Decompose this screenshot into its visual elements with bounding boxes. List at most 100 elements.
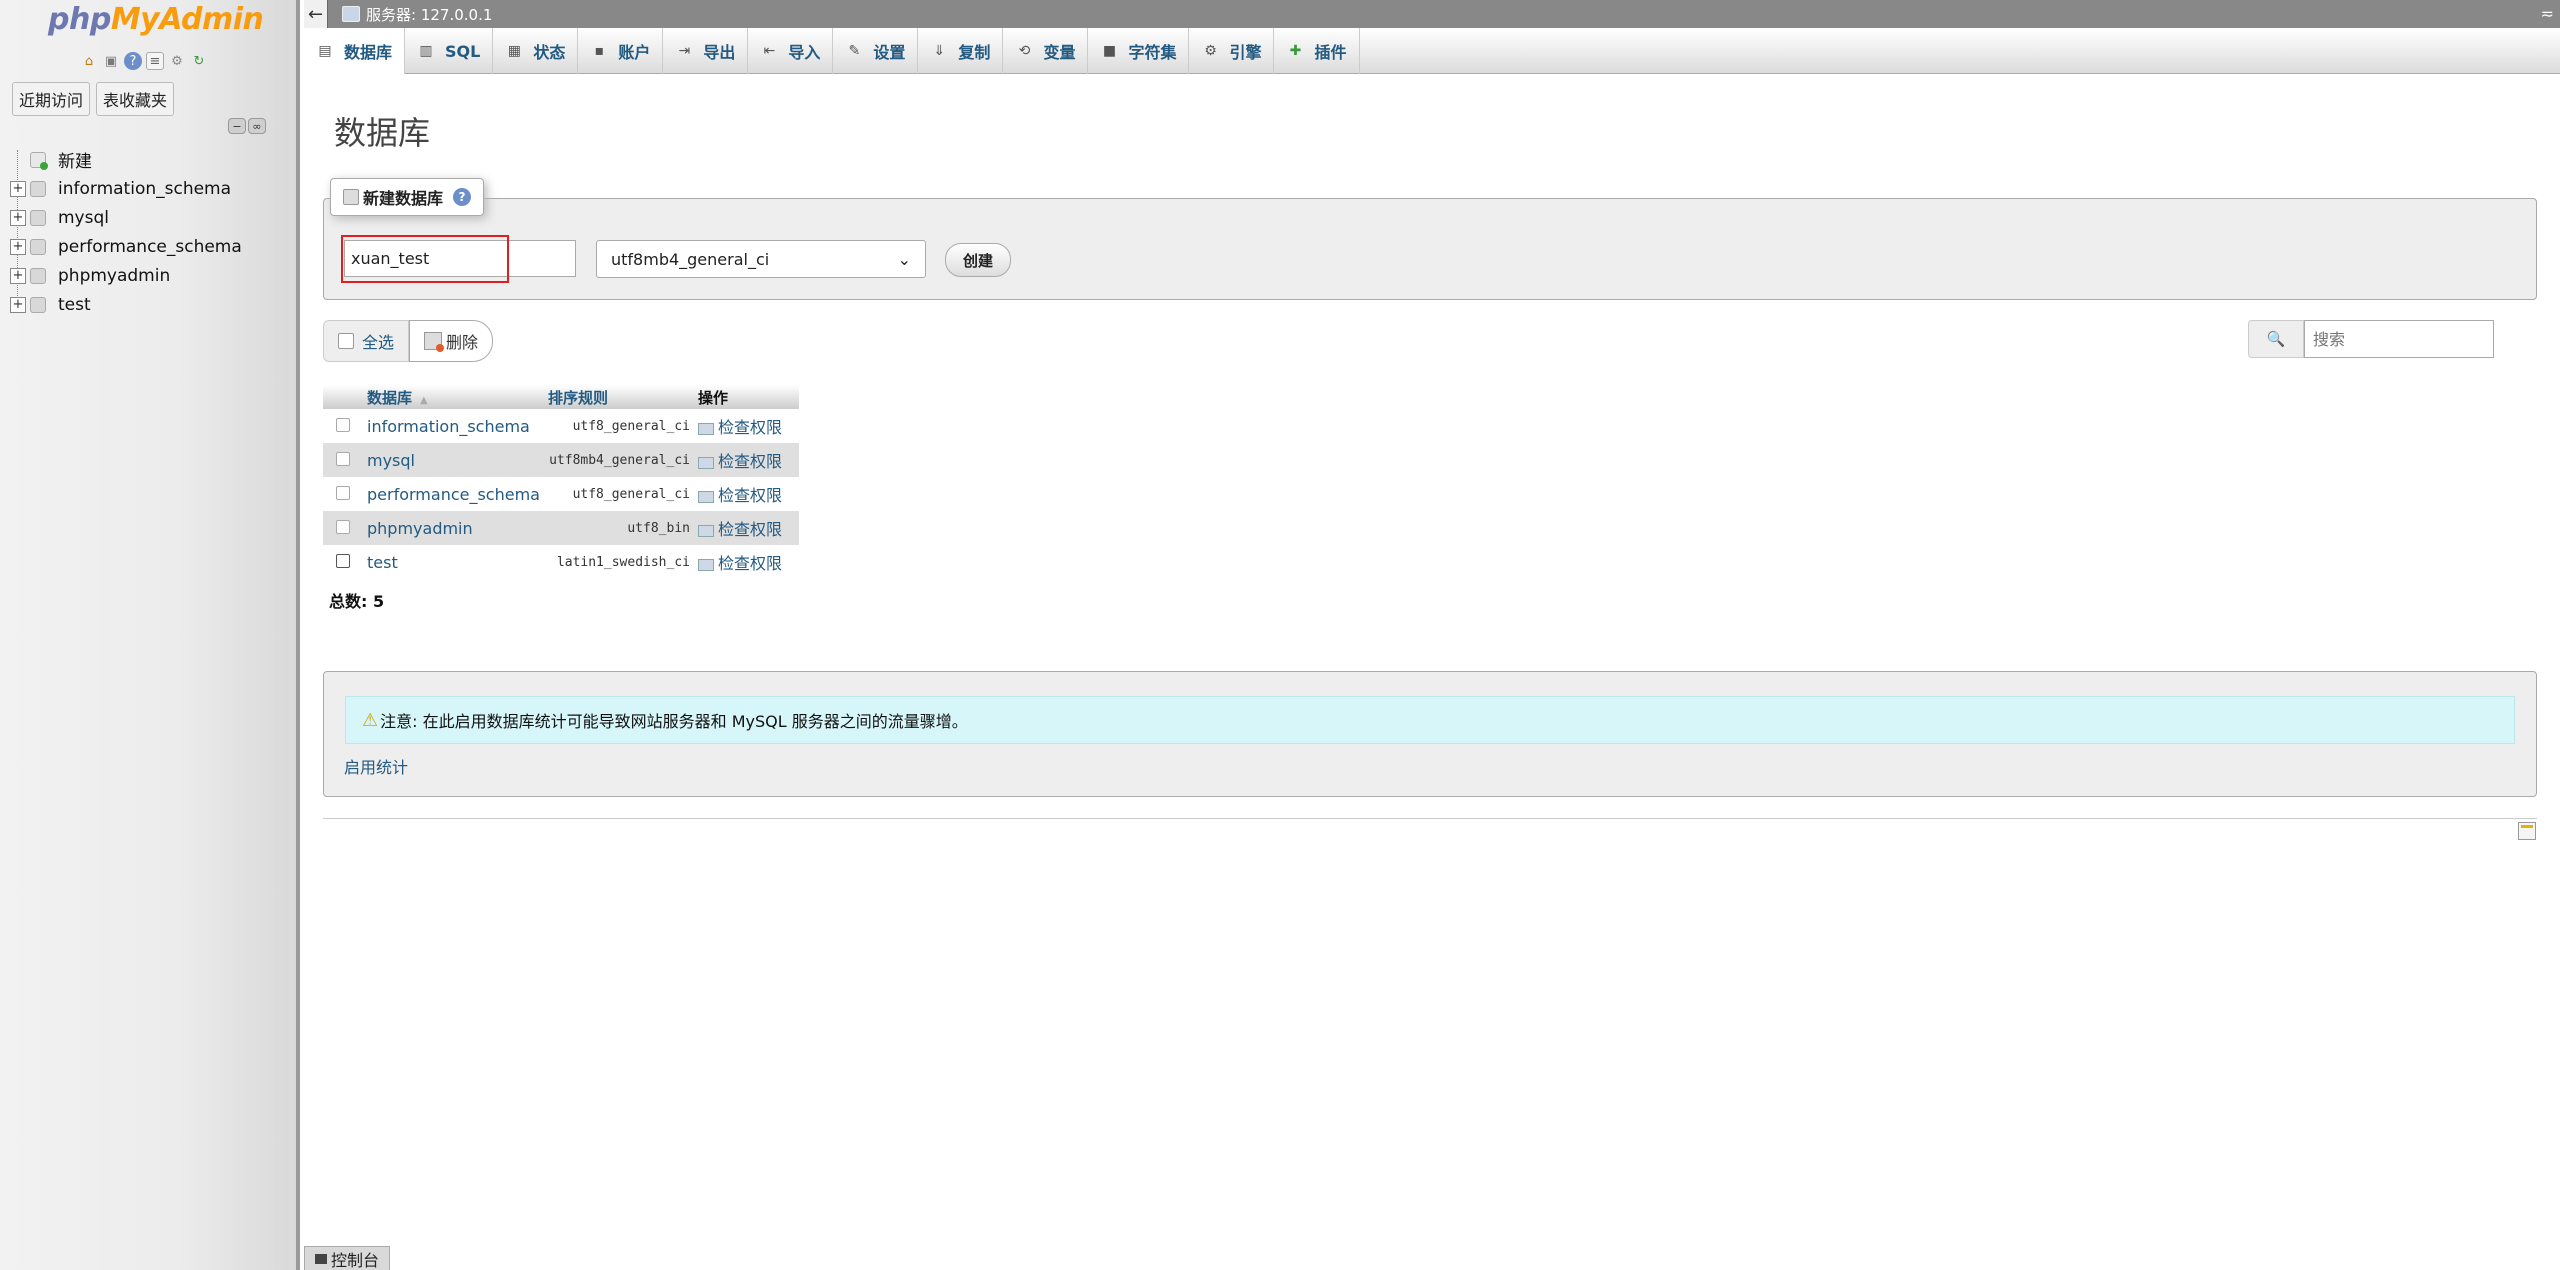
help-icon[interactable]: ? [124, 52, 142, 70]
replication-icon: ⇓ [933, 43, 946, 59]
table-row: mysql utf8mb4_general_ci 检查权限 [323, 443, 799, 477]
database-name-input[interactable] [344, 240, 576, 277]
row-checkbox[interactable] [336, 485, 350, 500]
search-input[interactable] [2304, 320, 2494, 358]
recent-tab[interactable]: 近期访问 [12, 82, 91, 116]
tab-variables[interactable]: ⟲ 变量 [1003, 28, 1089, 74]
tree-item-test[interactable]: + test [10, 290, 242, 319]
favorites-tab[interactable]: 表收藏夹 [96, 82, 175, 116]
back-arrow-icon[interactable]: ← [304, 0, 328, 28]
expand-icon[interactable]: + [10, 238, 26, 255]
tab-status[interactable]: ▦ 状态 [493, 28, 579, 74]
collapse-all-icon[interactable]: − [228, 118, 246, 134]
phpmyadmin-logo[interactable]: phpMyAdmin [48, 2, 264, 37]
tab-label: 字符集 [1128, 43, 1177, 62]
tree-item-label[interactable]: information_schema [58, 179, 231, 199]
collation-select[interactable]: utf8mb4_general_ci ⌄ [596, 240, 926, 278]
privileges-icon [697, 524, 714, 537]
row-checkbox[interactable] [336, 451, 350, 466]
tab-export[interactable]: ⇥ 导出 [663, 28, 749, 74]
row-checkbox[interactable] [336, 553, 350, 568]
tab-settings[interactable]: ✎ 设置 [833, 28, 919, 74]
engine-icon: ⚙ [1204, 43, 1217, 59]
logout-icon[interactable]: ▣ [102, 52, 120, 70]
divider [323, 818, 2537, 819]
expand-icon[interactable]: + [10, 180, 26, 197]
enable-statistics-link[interactable]: 启用统计 [344, 754, 408, 778]
docs-icon[interactable]: ≡ [146, 52, 164, 70]
privileges-icon [697, 456, 714, 469]
collapse-topbar-icon[interactable]: ≂ [2541, 4, 2554, 23]
database-name-link[interactable]: test [363, 545, 544, 579]
privileges-icon [697, 422, 714, 435]
link-with-main-icon[interactable]: ∞ [248, 118, 266, 134]
wrench-icon: ✎ [848, 43, 861, 59]
database-filter: 🔍 [2248, 320, 2494, 358]
row-checkbox[interactable] [336, 417, 350, 432]
tab-plugins[interactable]: ✚ 插件 [1274, 28, 1360, 74]
tab-databases[interactable]: ▤ 数据库 [304, 28, 406, 74]
check-privileges-link[interactable]: 检查权限 [694, 409, 799, 443]
database-name-link[interactable]: information_schema [363, 409, 544, 443]
database-name-link[interactable]: mysql [363, 443, 544, 477]
tree-item-label[interactable]: 新建 [58, 147, 92, 172]
check-privileges-link[interactable]: 检查权限 [693, 511, 799, 545]
check-privileges-link[interactable]: 检查权限 [694, 477, 799, 511]
tab-replication[interactable]: ⇓ 复制 [918, 28, 1004, 74]
create-button[interactable]: 创建 [945, 243, 1011, 277]
database-icon [30, 209, 46, 226]
check-privileges-link[interactable]: 检查权限 [694, 545, 799, 579]
page-title: 数据库 [334, 114, 431, 152]
server-icon [342, 6, 360, 22]
tree-item-label[interactable]: mysql [58, 208, 109, 228]
table-row: test latin1_swedish_ci 检查权限 [323, 545, 799, 579]
export-icon: ⇥ [678, 43, 691, 59]
reload-icon[interactable]: ↻ [190, 52, 208, 70]
server-breadcrumb[interactable]: 服务器: 127.0.0.1 [366, 4, 492, 25]
tab-import[interactable]: ⇤ 导入 [748, 28, 834, 74]
help-icon[interactable]: ? [453, 188, 472, 206]
database-total: 总数: 5 [329, 592, 385, 611]
privileges-icon [697, 558, 714, 571]
tab-sql[interactable]: ▥ SQL [405, 28, 494, 74]
console-label: 控制台 [331, 1250, 380, 1270]
charset-icon: ■ [1102, 43, 1117, 59]
console-toggle[interactable]: 控制台 [304, 1246, 390, 1270]
new-database-icon [30, 151, 48, 170]
database-icon [30, 296, 46, 313]
tree-item-label[interactable]: performance_schema [58, 237, 242, 257]
notice-text: 注意: 在此启用数据库统计可能导致网站服务器和 MySQL 服务器之间的流量骤增… [380, 712, 968, 731]
tree-item-new[interactable]: 新建 [10, 145, 242, 174]
table-header-row: 数据库 ▲ 排序规则 操作 [323, 385, 799, 409]
tree-item-phpmyadmin[interactable]: + phpmyadmin [10, 261, 242, 290]
database-name-link[interactable]: phpmyadmin [363, 511, 544, 545]
header-database[interactable]: 数据库 ▲ [363, 385, 544, 409]
tab-label: 设置 [873, 43, 906, 62]
select-all-checkbox[interactable]: 全选 [323, 320, 410, 362]
database-name-link[interactable]: performance_schema [363, 477, 544, 511]
settings-gear-icon[interactable]: ⚙ [168, 52, 186, 70]
tree-item-label[interactable]: phpmyadmin [58, 266, 170, 286]
check-privileges-link[interactable]: 检查权限 [693, 443, 799, 477]
delete-button[interactable]: 删除 [409, 320, 494, 362]
expand-icon[interactable]: + [10, 267, 26, 284]
home-icon[interactable]: ⌂ [80, 52, 98, 70]
tree-item-information-schema[interactable]: + information_schema [10, 174, 242, 203]
collation-cell: utf8_general_ci [572, 486, 690, 502]
tab-label: 数据库 [344, 43, 393, 62]
tab-engines[interactable]: ⚙ 引擎 [1189, 28, 1275, 74]
collation-selected-value: utf8mb4_general_ci [611, 249, 770, 269]
page-settings-icon[interactable] [2518, 822, 2536, 840]
navigation-sidebar: phpMyAdmin ⌂ ▣ ? ≡ ⚙ ↻ 近期访问 表收藏夹 − ∞ 新建 … [0, 0, 300, 1270]
expand-icon[interactable]: + [10, 296, 26, 313]
row-checkbox[interactable] [336, 519, 350, 534]
tab-label: 变量 [1043, 43, 1076, 62]
checkbox-box[interactable] [338, 333, 354, 349]
tree-item-performance-schema[interactable]: + performance_schema [10, 232, 242, 261]
tab-charsets[interactable]: ■ 字符集 [1088, 28, 1190, 74]
tree-item-mysql[interactable]: + mysql [10, 203, 242, 232]
header-collation[interactable]: 排序规则 [543, 385, 694, 409]
tab-accounts[interactable]: ▪ 账户 [578, 28, 664, 74]
tree-item-label[interactable]: test [58, 295, 91, 315]
expand-icon[interactable]: + [10, 209, 26, 226]
